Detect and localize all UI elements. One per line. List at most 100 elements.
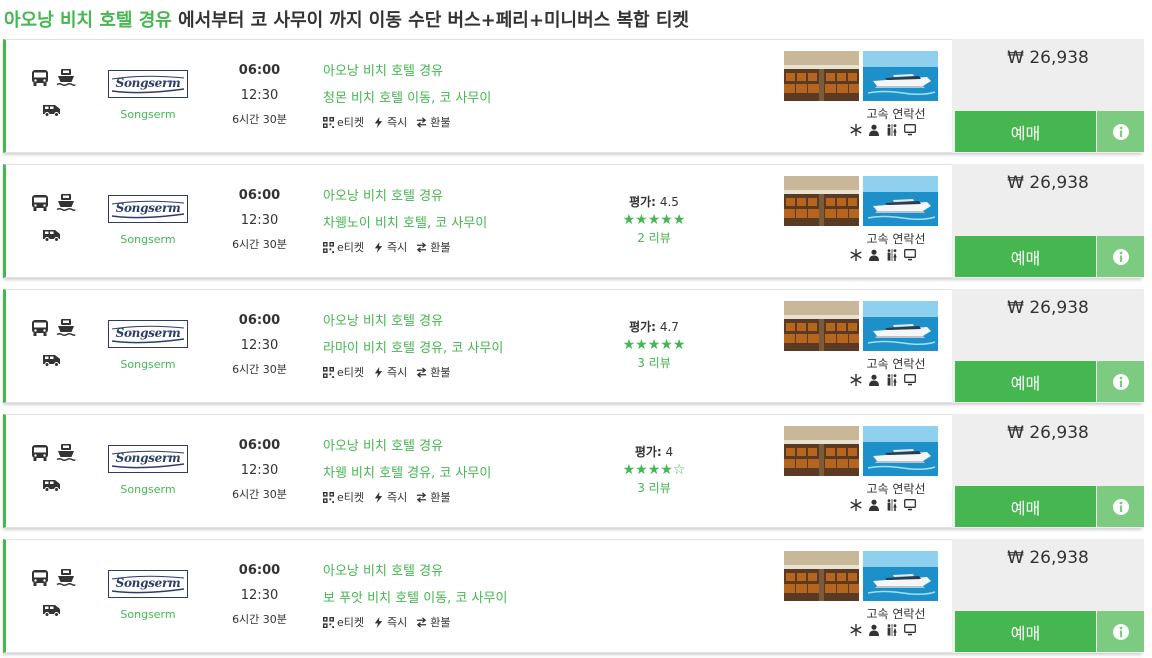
rating-value: 4.5 bbox=[659, 195, 679, 209]
vessel-interior-photo[interactable] bbox=[784, 301, 859, 351]
restroom-icon bbox=[887, 124, 897, 136]
amenities bbox=[850, 374, 916, 386]
book-button[interactable]: 예매 bbox=[955, 486, 1096, 527]
operator-name[interactable]: Songserm bbox=[108, 608, 188, 621]
exterior-photo-graphic bbox=[863, 551, 938, 601]
destination-link[interactable]: 라마이 비치 호텔 경유, 코 사무이 bbox=[323, 337, 503, 356]
interior-photo-graphic bbox=[784, 176, 859, 226]
route-info: 아오낭 비치 호텔 경유 라마이 비치 호텔 경유, 코 사무이 e티켓 즉시 … bbox=[323, 310, 503, 380]
amenities bbox=[850, 249, 916, 261]
book-button[interactable]: 예매 bbox=[955, 111, 1096, 152]
trip-card[interactable]: Songserm Songserm 06:00 12:30 6시간 30분 아오… bbox=[3, 289, 1144, 403]
feature-refund-label: 환불 bbox=[430, 491, 451, 504]
bolt-icon bbox=[374, 491, 383, 503]
feature-eticket: e티켓 bbox=[323, 364, 364, 380]
qr-icon bbox=[323, 491, 334, 503]
vessel-interior-photo[interactable] bbox=[784, 426, 859, 476]
departure-time: 06:00 bbox=[238, 313, 281, 328]
destination-link[interactable]: 차웽노이 비치 호텔, 코 사무이 bbox=[323, 212, 487, 231]
rating-value: 4.7 bbox=[659, 320, 679, 334]
price: ₩ 26,938 bbox=[1007, 298, 1089, 318]
vessel-exterior-photo[interactable] bbox=[863, 301, 938, 351]
trip-times: 06:00 12:30 6시간 30분 bbox=[222, 438, 297, 502]
logo-text: Songserm bbox=[115, 76, 181, 90]
trip-card[interactable]: Songserm Songserm 06:00 12:30 6시간 30분 아오… bbox=[3, 39, 1144, 153]
tv-icon bbox=[904, 249, 916, 261]
operator-name[interactable]: Songserm bbox=[108, 108, 188, 121]
feature-refund: 환불 bbox=[416, 364, 451, 380]
feature-refund: 환불 bbox=[416, 239, 451, 255]
origin-link[interactable]: 아오낭 비치 호텔 경유 bbox=[323, 560, 507, 579]
trip-card[interactable]: Songserm Songserm 06:00 12:30 6시간 30분 아오… bbox=[3, 539, 1144, 653]
operator-logo: Songserm bbox=[108, 445, 188, 473]
exchange-icon bbox=[417, 116, 427, 128]
exchange-icon bbox=[417, 366, 427, 378]
info-button[interactable] bbox=[1097, 111, 1144, 152]
price-panel: ₩ 26,938 예매 bbox=[952, 414, 1144, 528]
origin-link[interactable]: 아오낭 비치 호텔 경유 bbox=[323, 310, 503, 329]
feature-eticket: e티켓 bbox=[323, 114, 364, 130]
interior-photo-graphic bbox=[784, 551, 859, 601]
destination-link[interactable]: 보 푸앗 비치 호텔 이동, 코 사무이 bbox=[323, 587, 507, 606]
origin-link[interactable]: 아오낭 비치 호텔 경유 bbox=[323, 185, 487, 204]
vessel-exterior-photo[interactable] bbox=[863, 176, 938, 226]
interior-photo-graphic bbox=[784, 426, 859, 476]
feature-instant-label: 즉시 bbox=[387, 616, 408, 629]
trip-times: 06:00 12:30 6시간 30분 bbox=[222, 188, 297, 252]
reviews-link[interactable]: 3 리뷰 bbox=[604, 354, 704, 371]
operator-name[interactable]: Songserm bbox=[108, 233, 188, 246]
info-icon bbox=[1112, 248, 1129, 265]
operator-name[interactable]: Songserm bbox=[108, 358, 188, 371]
ferry-icon bbox=[56, 444, 76, 462]
route-info: 아오낭 비치 호텔 경유 보 푸앗 비치 호텔 이동, 코 사무이 e티켓 즉시… bbox=[323, 560, 507, 630]
feature-instant: 즉시 bbox=[373, 114, 407, 130]
rating-label: 평가: 4.5 bbox=[629, 195, 679, 209]
feature-refund: 환불 bbox=[416, 114, 451, 130]
price-panel: ₩ 26,938 예매 bbox=[952, 539, 1144, 653]
info-button[interactable] bbox=[1097, 361, 1144, 402]
vessel-interior-photo[interactable] bbox=[784, 51, 859, 101]
info-button[interactable] bbox=[1097, 486, 1144, 527]
exchange-icon bbox=[417, 491, 427, 503]
arrival-time: 12:30 bbox=[240, 588, 279, 603]
origin-link[interactable]: 아오낭 비치 호텔 경유 bbox=[323, 60, 491, 79]
exchange-icon bbox=[417, 616, 427, 628]
destination-link[interactable]: 차웽 비치 호텔 경유, 코 사무이 bbox=[323, 462, 491, 481]
price-panel: ₩ 26,938 예매 bbox=[952, 164, 1144, 278]
vessel-interior-photo[interactable] bbox=[784, 551, 859, 601]
logo-text: Songserm bbox=[115, 326, 181, 340]
rating-block: 평가: 4 ★★★★☆ 3 리뷰 bbox=[604, 443, 704, 496]
qr-icon bbox=[323, 116, 334, 128]
vessel-exterior-photo[interactable] bbox=[863, 551, 938, 601]
price: ₩ 26,938 bbox=[1007, 423, 1089, 443]
book-button[interactable]: 예매 bbox=[955, 236, 1096, 277]
exchange-icon bbox=[417, 241, 427, 253]
vessel-exterior-photo[interactable] bbox=[863, 426, 938, 476]
vessel-interior-photo[interactable] bbox=[784, 176, 859, 226]
departure-time: 06:00 bbox=[238, 63, 281, 78]
vessel-exterior-photo[interactable] bbox=[863, 51, 938, 101]
operator-logo: Songserm bbox=[108, 320, 188, 348]
trip-card[interactable]: Songserm Songserm 06:00 12:30 6시간 30분 아오… bbox=[3, 414, 1144, 528]
bus-icon bbox=[32, 445, 48, 461]
book-button[interactable]: 예매 bbox=[955, 611, 1096, 652]
snowflake-icon bbox=[850, 124, 862, 136]
van-icon bbox=[43, 355, 60, 367]
destination-link[interactable]: 청몬 비치 호텔 이동, 코 사무이 bbox=[323, 87, 491, 106]
trip-duration: 6시간 30분 bbox=[232, 488, 287, 501]
bus-icon bbox=[32, 195, 48, 211]
reviews-link[interactable]: 3 리뷰 bbox=[604, 479, 704, 496]
reviews-link[interactable]: 2 리뷰 bbox=[604, 229, 704, 246]
info-button[interactable] bbox=[1097, 611, 1144, 652]
feature-instant: 즉시 bbox=[373, 489, 407, 505]
info-button[interactable] bbox=[1097, 236, 1144, 277]
trip-card[interactable]: Songserm Songserm 06:00 12:30 6시간 30분 아오… bbox=[3, 164, 1144, 278]
van-icon bbox=[43, 480, 60, 492]
feature-refund-label: 환불 bbox=[430, 241, 451, 254]
bolt-icon bbox=[374, 616, 383, 628]
rating-label: 평가: 4.7 bbox=[629, 320, 679, 334]
book-button[interactable]: 예매 bbox=[955, 361, 1096, 402]
operator-name[interactable]: Songserm bbox=[108, 483, 188, 496]
origin-link[interactable]: 아오낭 비치 호텔 경유 bbox=[323, 435, 491, 454]
feature-instant-label: 즉시 bbox=[387, 491, 408, 504]
